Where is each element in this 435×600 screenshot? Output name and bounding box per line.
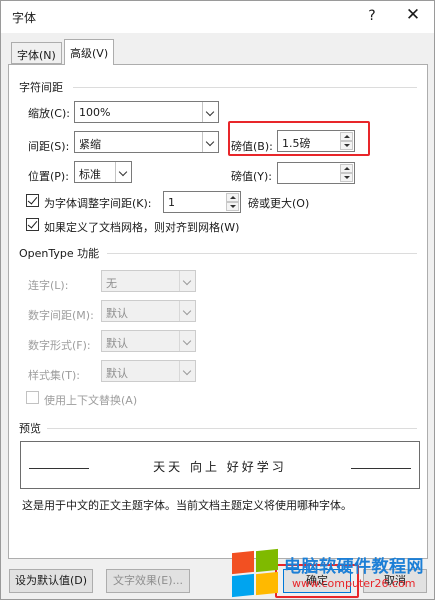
grid-snap-label: 如果定义了文档网格，则对齐到网格(W) bbox=[44, 221, 240, 234]
title-bar: 字体 ? ✕ bbox=[1, 1, 434, 33]
preview-rule-right bbox=[351, 468, 411, 469]
scale-combo[interactable]: 100% bbox=[74, 101, 219, 123]
tab-advanced[interactable]: 高级(V) bbox=[64, 39, 115, 65]
position-label: 位置(P): bbox=[28, 170, 69, 183]
contextual-alternates-label: 使用上下文替换(A) bbox=[44, 394, 138, 407]
preview-sample-text: 天天 向上 好好学习 bbox=[153, 460, 287, 474]
chevron-down-icon[interactable] bbox=[202, 102, 218, 122]
scale-label: 缩放(C): bbox=[28, 107, 70, 120]
number-spacing-value: 默认 bbox=[106, 307, 128, 320]
set-default-button[interactable]: 设为默认值(D) bbox=[9, 569, 93, 593]
preview-description: 这是用于中文的正文主题字体。当前文档主题定义将使用哪种字体。 bbox=[22, 499, 352, 512]
dialog-title: 字体 bbox=[12, 11, 37, 25]
spin-up-icon[interactable] bbox=[340, 164, 353, 173]
watermark-url: www.computer26.com bbox=[292, 577, 416, 590]
close-button[interactable]: ✕ bbox=[403, 5, 423, 25]
chevron-down-icon[interactable] bbox=[115, 162, 131, 182]
tab-font[interactable]: 字体(N) bbox=[11, 42, 62, 64]
font-dialog: 字体 ? ✕ 字体(N) 高级(V) 字符间距 缩放(C): 100% 间距(S… bbox=[0, 0, 435, 600]
spacing-label: 间距(S): bbox=[28, 140, 70, 153]
logo-yellow-quadrant bbox=[256, 571, 278, 596]
position-pt-spinner[interactable] bbox=[277, 162, 355, 184]
chevron-down-icon[interactable] bbox=[179, 301, 195, 321]
position-value: 标准 bbox=[79, 168, 101, 181]
spacing-pt-value: 1.5磅 bbox=[282, 137, 311, 150]
preview-section-title: 预览 bbox=[19, 422, 41, 435]
scale-value: 100% bbox=[79, 106, 111, 119]
chevron-down-icon[interactable] bbox=[179, 331, 195, 351]
char-spacing-section-title: 字符间距 bbox=[19, 81, 63, 94]
number-forms-label: 数字形式(F): bbox=[28, 339, 91, 352]
grid-snap-checkbox[interactable] bbox=[26, 218, 39, 231]
preview-box: 天天 向上 好好学习 bbox=[20, 441, 420, 489]
number-spacing-combo[interactable]: 默认 bbox=[101, 300, 196, 322]
opentype-section-title: OpenType 功能 bbox=[19, 247, 100, 260]
kerning-label: 为字体调整字间距(K): bbox=[44, 197, 152, 210]
section-divider bbox=[73, 87, 417, 88]
spin-down-icon[interactable] bbox=[340, 141, 353, 150]
spin-up-icon[interactable] bbox=[226, 193, 239, 202]
help-button[interactable]: ? bbox=[366, 8, 378, 24]
section-divider bbox=[47, 428, 417, 429]
spacing-pt-label: 磅值(B): bbox=[231, 140, 273, 153]
chevron-down-icon[interactable] bbox=[179, 271, 195, 291]
number-forms-value: 默认 bbox=[106, 337, 128, 350]
number-spacing-label: 数字间距(M): bbox=[28, 309, 94, 322]
number-forms-combo[interactable]: 默认 bbox=[101, 330, 196, 352]
watermark-title: 电脑软硬件教程网 bbox=[284, 557, 424, 577]
windows-logo-icon bbox=[232, 548, 280, 598]
ligatures-label: 连字(L): bbox=[28, 279, 69, 292]
ligatures-value: 无 bbox=[106, 277, 117, 290]
chevron-down-icon[interactable] bbox=[179, 361, 195, 381]
kerning-checkbox[interactable] bbox=[26, 194, 39, 207]
kerning-suffix: 磅或更大(O) bbox=[248, 197, 310, 210]
kerning-value: 1 bbox=[168, 196, 175, 209]
spin-down-icon[interactable] bbox=[340, 173, 353, 182]
text-effects-button[interactable]: 文字效果(E)... bbox=[106, 569, 190, 593]
chevron-down-icon[interactable] bbox=[202, 132, 218, 152]
ligatures-combo[interactable]: 无 bbox=[101, 270, 196, 292]
kerning-spinner[interactable]: 1 bbox=[163, 191, 241, 213]
spin-up-icon[interactable] bbox=[340, 132, 353, 141]
section-divider bbox=[107, 253, 417, 254]
spin-down-icon[interactable] bbox=[226, 202, 239, 211]
spacing-value: 紧缩 bbox=[79, 138, 101, 151]
stylistic-sets-label: 样式集(T): bbox=[28, 369, 81, 382]
stylistic-sets-value: 默认 bbox=[106, 367, 128, 380]
contextual-alternates-checkbox[interactable] bbox=[26, 391, 39, 404]
logo-green-quadrant bbox=[256, 548, 278, 573]
spacing-combo[interactable]: 紧缩 bbox=[74, 131, 219, 153]
spacing-pt-spinner[interactable]: 1.5磅 bbox=[277, 130, 355, 152]
position-combo[interactable]: 标准 bbox=[74, 161, 132, 183]
logo-blue-quadrant bbox=[232, 573, 254, 598]
stylistic-sets-combo[interactable]: 默认 bbox=[101, 360, 196, 382]
logo-red-quadrant bbox=[232, 550, 254, 575]
site-watermark: 电脑软硬件教程网 www.computer26.com bbox=[232, 548, 435, 600]
position-pt-label: 磅值(Y): bbox=[231, 170, 273, 183]
